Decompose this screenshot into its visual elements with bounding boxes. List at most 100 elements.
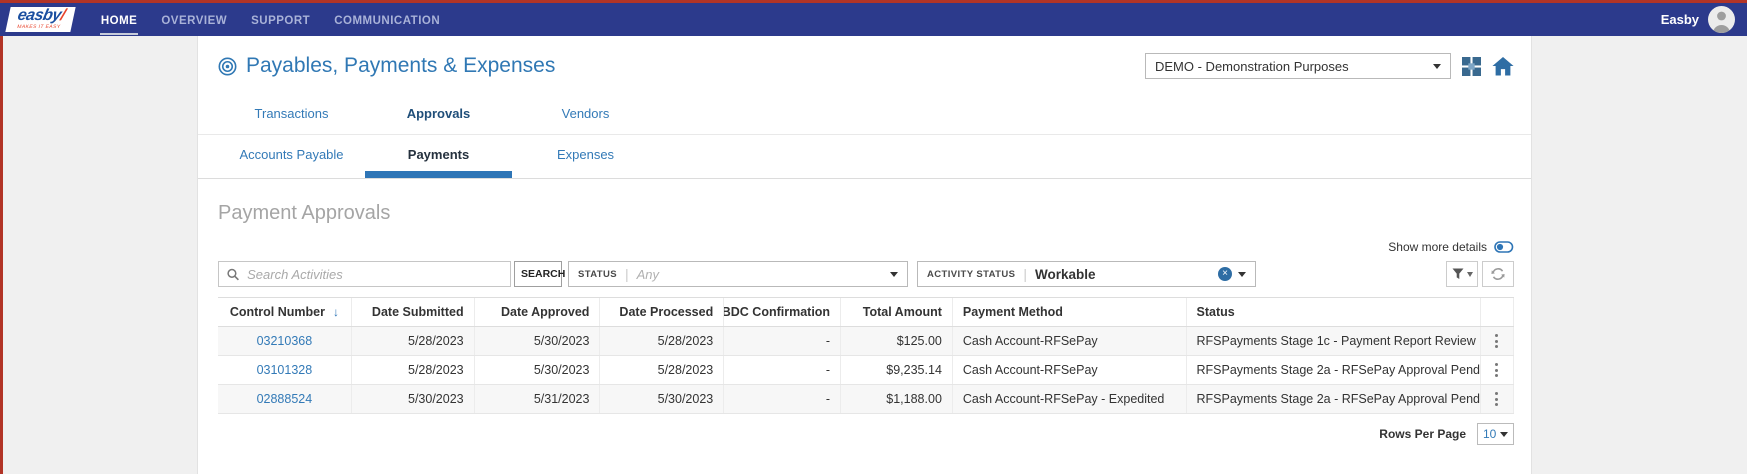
cell-bdc_confirmation: - [724, 385, 842, 413]
control-number-link[interactable]: 02888524 [257, 392, 313, 406]
column-header-bdc_confirmation[interactable]: BDC Confirmation [724, 298, 842, 326]
workspace-select[interactable]: DEMO - Demonstration Purposes [1145, 53, 1451, 79]
page-title-text: Payables, Payments & Expenses [246, 54, 556, 77]
column-header-actions[interactable] [1481, 298, 1514, 326]
page-background: Payables, Payments & Expenses DEMO - Dem… [0, 36, 1747, 474]
nav-item-support[interactable]: SUPPORT [250, 5, 311, 35]
logo-text: easby/ [16, 7, 67, 24]
control-number-link[interactable]: 03101328 [257, 363, 313, 377]
cell-control-number: 03210368 [218, 327, 352, 355]
kebab-menu-icon[interactable] [1491, 392, 1503, 406]
divider: | [1023, 266, 1027, 282]
cell-date_processed: 5/28/2023 [600, 327, 725, 355]
column-header-payment_method[interactable]: Payment Method [953, 298, 1187, 326]
kebab-menu-icon[interactable] [1491, 363, 1503, 377]
filter-button[interactable] [1446, 261, 1478, 287]
column-header-total_amount[interactable]: Total Amount [841, 298, 953, 326]
window-left-edge [0, 36, 3, 474]
sort-descending-icon: ↓ [332, 305, 339, 319]
control-number-link[interactable]: 03210368 [257, 334, 313, 348]
search-input[interactable] [245, 265, 502, 283]
column-header-label: Date Submitted [371, 305, 464, 319]
tab-vendors[interactable]: Vendors [512, 106, 659, 134]
tab-accounts-payable[interactable]: Accounts Payable [218, 147, 365, 178]
table-row: 02888524 5/30/2023 5/31/2023 5/30/2023- $1,1… [218, 385, 1514, 414]
chevron-down-icon [1433, 63, 1441, 69]
status-value: Any [636, 266, 660, 282]
dot [1495, 403, 1499, 406]
clear-filter-icon[interactable]: × [1218, 267, 1232, 281]
cell-bdc_confirmation: - [724, 356, 842, 384]
nav-item-home[interactable]: HOME [99, 5, 139, 35]
tab-expenses[interactable]: Expenses [512, 147, 659, 178]
toggle-off-icon[interactable] [1494, 241, 1514, 253]
kebab-menu-icon[interactable] [1491, 334, 1503, 348]
dot [1495, 363, 1499, 366]
chevron-down-icon [890, 271, 898, 277]
row-actions-cell [1481, 327, 1514, 355]
header-controls: DEMO - Demonstration Purposes [1145, 53, 1514, 79]
show-more-details-label[interactable]: Show more details [1388, 240, 1487, 254]
primary-tabs: Transactions Approvals Vendors [198, 106, 1531, 135]
row-actions-cell [1481, 356, 1514, 384]
payment-approvals-table: Control Number ↓ Date Submitted Date Approv… [218, 297, 1514, 414]
refresh-button[interactable] [1482, 261, 1514, 287]
logo-tagline: MAKES IT EASY [16, 24, 62, 30]
cell-date_approved: 5/30/2023 [475, 356, 601, 384]
table-tool-buttons [1446, 261, 1514, 287]
workspace-select-value: DEMO - Demonstration Purposes [1155, 58, 1349, 74]
content-card: Payables, Payments & Expenses DEMO - Dem… [197, 36, 1532, 474]
activity-status-label: ACTIVITY STATUS [927, 268, 1016, 280]
user-avatar[interactable] [1708, 6, 1735, 33]
activity-status-value: Workable [1034, 266, 1096, 282]
nav-item-overview[interactable]: OVERVIEW [160, 5, 228, 35]
chevron-down-icon [1238, 271, 1246, 277]
rows-per-page-value: 10 [1483, 427, 1497, 441]
cell-date_submitted: 5/28/2023 [352, 327, 475, 355]
column-header-label: Status [1196, 305, 1235, 319]
user-menu[interactable]: Easby [1661, 6, 1735, 33]
user-name: Easby [1660, 12, 1699, 27]
cell-bdc_confirmation: - [724, 327, 842, 355]
status-select[interactable]: STATUS | Any [568, 261, 908, 287]
column-header-label: Control Number [229, 305, 325, 319]
main-navigation: HOME OVERVIEW SUPPORT COMMUNICATION [89, 3, 452, 36]
tab-approvals[interactable]: Approvals [365, 106, 512, 134]
column-header-date_approved[interactable]: Date Approved [475, 298, 601, 326]
top-navbar: easby/ MAKES IT EASY HOME OVERVIEW SUPPO… [0, 3, 1747, 36]
cell-total_amount: $9,235.14 [841, 356, 953, 384]
details-row: Show more details [218, 240, 1514, 254]
search-button[interactable]: SEARCH [514, 261, 565, 287]
column-header-control_number[interactable]: Control Number ↓ [218, 298, 352, 326]
grid-layout-icon[interactable] [1462, 56, 1481, 76]
card-header: Payables, Payments & Expenses DEMO - Dem… [218, 52, 1514, 80]
pagination: Rows Per Page 10 [218, 423, 1514, 445]
cell-total_amount: $125.00 [841, 327, 953, 355]
person-icon [1713, 11, 1730, 33]
column-header-status[interactable]: Status [1187, 298, 1481, 326]
column-header-date_submitted[interactable]: Date Submitted [352, 298, 475, 326]
tab-indicator [218, 171, 365, 178]
refresh-icon [1491, 268, 1505, 280]
rows-per-page-select[interactable]: 10 [1477, 423, 1514, 445]
column-header-label: Date Processed [619, 305, 714, 319]
cell-date_submitted: 5/28/2023 [352, 356, 475, 384]
dot [1495, 345, 1499, 348]
column-header-label: Date Approved [500, 305, 590, 319]
home-icon[interactable] [1492, 56, 1514, 76]
cell-date_submitted: 5/30/2023 [352, 385, 475, 413]
active-tab-indicator [365, 171, 512, 178]
nav-item-communication[interactable]: COMMUNICATION [333, 5, 441, 35]
row-actions-cell [1481, 385, 1514, 413]
column-header-date_processed[interactable]: Date Processed [600, 298, 725, 326]
easby-logo[interactable]: easby/ MAKES IT EASY [5, 7, 76, 32]
divider: | [625, 266, 629, 282]
table-body: 03210368 5/28/2023 5/30/2023 5/28/2023- $125… [218, 327, 1514, 414]
tab-payments[interactable]: Payments [365, 147, 512, 178]
cell-status: RFSPayments Stage 1c - Payment Report Re… [1187, 327, 1481, 355]
cell-date_processed: 5/30/2023 [600, 385, 725, 413]
tab-transactions[interactable]: Transactions [218, 106, 365, 134]
table-header-row: Control Number ↓ Date Submitted Date Approv… [218, 298, 1514, 327]
activity-status-select[interactable]: ACTIVITY STATUS | Workable × [917, 261, 1256, 287]
dot [1495, 374, 1499, 377]
